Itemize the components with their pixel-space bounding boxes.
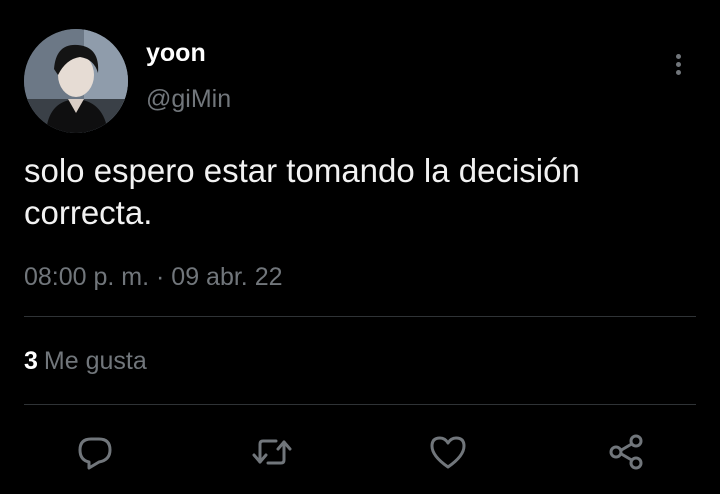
retweet-button[interactable]: [250, 430, 294, 474]
display-name[interactable]: yoon: [146, 38, 206, 68]
avatar[interactable]: [24, 29, 128, 133]
like-button[interactable]: [426, 430, 470, 474]
reply-icon: [78, 437, 112, 470]
likes-label: Me gusta: [43, 347, 147, 375]
reply-button[interactable]: [73, 430, 117, 474]
tweet-timestamp[interactable]: 08:00 p. m. · 09 abr. 22: [24, 262, 283, 292]
likes-count: 3: [24, 347, 38, 375]
tweet-detail: yoon @giMin solo espero estar tomando la…: [0, 0, 720, 494]
tweet-text: solo espero estar tomando la decisión co…: [24, 152, 580, 231]
avatar-photo: [24, 29, 128, 133]
share-icon: [609, 434, 643, 470]
more-dot-icon: [675, 53, 681, 59]
more-dot-icon: [675, 61, 681, 67]
more-dot-icon: [675, 69, 681, 75]
divider: [24, 316, 696, 317]
likes-stat[interactable]: 3 Me gusta: [24, 346, 147, 376]
more-options-button[interactable]: [664, 48, 692, 80]
heart-icon: [430, 436, 466, 469]
retweet-icon: [252, 439, 292, 465]
share-button[interactable]: [604, 430, 648, 474]
user-handle[interactable]: @giMin: [146, 84, 231, 114]
divider: [24, 404, 696, 405]
